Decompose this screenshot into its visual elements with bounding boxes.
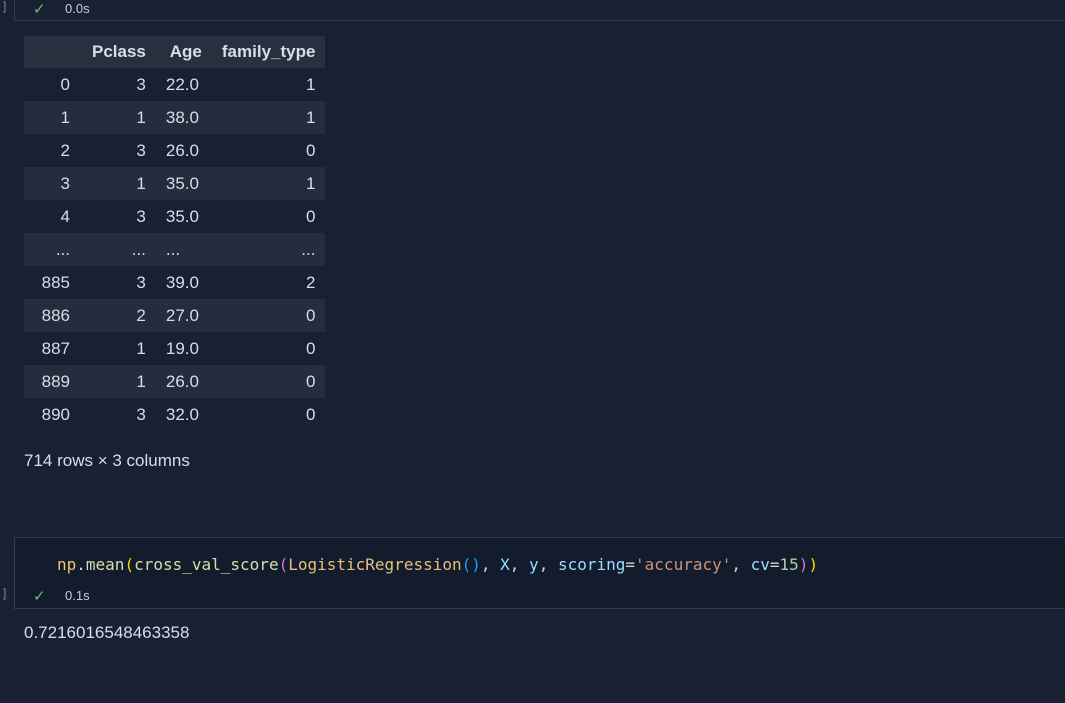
cell-bracket-icon: ] <box>1 587 9 601</box>
cell-age: 35.0 <box>155 167 212 200</box>
cell-pclass: 3 <box>82 398 156 431</box>
row-index: 887 <box>24 332 82 365</box>
cell-pclass: 3 <box>82 200 156 233</box>
cell-family-type: 0 <box>211 398 326 431</box>
row-index: ... <box>24 233 82 266</box>
code-token: cv <box>750 555 770 574</box>
row-index: 4 <box>24 200 82 233</box>
code-token: , <box>509 555 530 574</box>
column-header-family-type: family_type <box>211 36 326 68</box>
column-header-age: Age <box>155 36 212 68</box>
cell-family-type: 0 <box>211 332 326 365</box>
row-index: 890 <box>24 398 82 431</box>
dataframe-table: Pclass Age family_type 0 3 22.0 1 1 1 38… <box>24 36 326 431</box>
table-row: 885 3 39.0 2 <box>24 266 326 299</box>
code-token: ( <box>278 555 289 574</box>
row-index: 2 <box>24 134 82 167</box>
code-token: 'accuracy' <box>635 555 732 574</box>
row-index: 0 <box>24 68 82 101</box>
cell-family-type: 1 <box>211 101 326 134</box>
cell-family-type: ... <box>211 233 326 266</box>
table-header-row: Pclass Age family_type <box>24 36 326 68</box>
cell-pclass: 1 <box>82 167 156 200</box>
table-row: 4 3 35.0 0 <box>24 200 326 233</box>
execution-time: 0.0s <box>65 1 90 16</box>
cell-family-type: 2 <box>211 266 326 299</box>
cell-pclass: 1 <box>82 332 156 365</box>
cell-age: 22.0 <box>155 68 212 101</box>
cell-family-type: 0 <box>211 134 326 167</box>
execution-time: 0.1s <box>65 588 90 603</box>
code-token: scoring <box>557 555 626 574</box>
cell-age: 35.0 <box>155 200 212 233</box>
dataframe-shape-text: 714 rows × 3 columns <box>24 451 190 470</box>
cell-family-type: 0 <box>211 365 326 398</box>
cell-age: 32.0 <box>155 398 212 431</box>
row-index: 889 <box>24 365 82 398</box>
table-row-ellipsis: ... ... ... ... <box>24 233 326 266</box>
cell-status-bar: ] ✓ 0.1s <box>1 585 1065 607</box>
notebook-page: ] ✓ 0.0s Pclass Age family_type 0 3 22.0… <box>0 0 1065 703</box>
table-row: 0 3 22.0 1 <box>24 68 326 101</box>
success-check-icon: ✓ <box>33 587 46 605</box>
code-token: y <box>529 555 539 574</box>
cell-age: 19.0 <box>155 332 212 365</box>
cell-age: 27.0 <box>155 299 212 332</box>
index-header <box>24 36 82 68</box>
success-check-icon: ✓ <box>33 0 46 18</box>
code-token: () <box>461 555 481 574</box>
table-row: 3 1 35.0 1 <box>24 167 326 200</box>
code-token: X <box>500 555 510 574</box>
code-token: 15 <box>779 555 799 574</box>
cell-family-type: 1 <box>211 167 326 200</box>
cell-pclass: ... <box>82 233 156 266</box>
cell-pclass: 3 <box>82 68 156 101</box>
table-row: 890 3 32.0 0 <box>24 398 326 431</box>
cell-status-bar: ] ✓ 0.0s <box>1 0 1065 21</box>
code-token: = <box>769 555 780 574</box>
cell-age: ... <box>155 233 212 266</box>
code-token: ) <box>808 555 819 574</box>
cell-pclass: 3 <box>82 266 156 299</box>
row-index: 886 <box>24 299 82 332</box>
cell-pclass: 1 <box>82 101 156 134</box>
cell-age: 38.0 <box>155 101 212 134</box>
cell-bracket-icon: ] <box>1 0 9 14</box>
cell-age: 26.0 <box>155 365 212 398</box>
table-row: 2 3 26.0 0 <box>24 134 326 167</box>
code-token: , <box>480 555 501 574</box>
cell-pclass: 2 <box>82 299 156 332</box>
code-editor-line[interactable]: np.mean(cross_val_score(LogisticRegressi… <box>57 555 818 574</box>
cell-age: 39.0 <box>155 266 212 299</box>
cell-pclass: 1 <box>82 365 156 398</box>
table-row: 1 1 38.0 1 <box>24 101 326 134</box>
code-token: ) <box>798 555 809 574</box>
code-token: ( <box>124 555 135 574</box>
code-token: = <box>625 555 636 574</box>
cell-pclass: 3 <box>82 134 156 167</box>
code-token: . <box>76 555 86 574</box>
cell-family-type: 0 <box>211 200 326 233</box>
row-index: 1 <box>24 101 82 134</box>
code-token: cross_val_score <box>134 555 279 574</box>
table-row: 886 2 27.0 0 <box>24 299 326 332</box>
column-header-pclass: Pclass <box>82 36 156 68</box>
code-token: , <box>731 555 751 574</box>
table-row: 889 1 26.0 0 <box>24 365 326 398</box>
code-token: , <box>538 555 558 574</box>
cell-age: 26.0 <box>155 134 212 167</box>
code-cell[interactable]: np.mean(cross_val_score(LogisticRegressi… <box>1 537 1065 609</box>
row-index: 885 <box>24 266 82 299</box>
cell-output-value: 0.7216016548463358 <box>24 623 190 642</box>
code-token: mean <box>85 555 125 574</box>
code-token: np <box>57 555 77 574</box>
cell-family-type: 0 <box>211 299 326 332</box>
code-token: LogisticRegression <box>288 555 462 574</box>
table-row: 887 1 19.0 0 <box>24 332 326 365</box>
row-index: 3 <box>24 167 82 200</box>
cell-family-type: 1 <box>211 68 326 101</box>
